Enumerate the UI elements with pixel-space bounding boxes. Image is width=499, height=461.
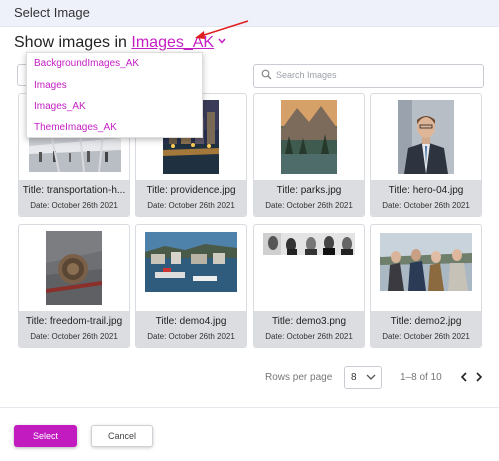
- image-card[interactable]: Title: demo2.jpg Date: October 26th 2021: [370, 224, 482, 348]
- image-title: Title: providence.jpg: [146, 185, 236, 196]
- image-title: Title: hero-04.jpg: [388, 185, 464, 196]
- menu-item-backgroundimages-ak[interactable]: BackgroundImages_AK: [34, 58, 139, 69]
- annotation-arrow-icon: [195, 20, 249, 39]
- rows-per-page-label: Rows per page: [265, 372, 333, 383]
- image-thumbnail: [281, 100, 337, 174]
- image-date: Date: October 26th 2021: [147, 201, 235, 210]
- image-caption: Title: demo3.png Date: October 26th 2021: [254, 311, 364, 347]
- image-caption: Title: transportation-h... Date: October…: [19, 180, 129, 216]
- search-input[interactable]: Search Images: [253, 64, 484, 88]
- search-placeholder: Search Images: [276, 70, 337, 80]
- image-caption: Title: providence.jpg Date: October 26th…: [136, 180, 246, 216]
- image-caption: Title: parks.jpg Date: October 26th 2021: [254, 180, 364, 216]
- library-selector-prefix: Show images in: [14, 34, 132, 51]
- page-range: 1–8 of 10: [400, 372, 442, 383]
- image-date: Date: October 26th 2021: [30, 332, 118, 341]
- next-page-icon[interactable]: [475, 372, 483, 382]
- chevron-down-icon: [366, 374, 376, 380]
- image-title: Title: transportation-h...: [22, 185, 126, 196]
- select-button[interactable]: Select: [14, 425, 77, 447]
- image-caption: Title: demo4.jpg Date: October 26th 2021: [136, 311, 246, 347]
- image-caption: Title: hero-04.jpg Date: October 26th 20…: [371, 180, 481, 216]
- image-thumbnail: [380, 233, 472, 291]
- image-card[interactable]: Title: freedom-trail.jpg Date: October 2…: [18, 224, 130, 348]
- image-card[interactable]: Title: demo4.jpg Date: October 26th 2021: [135, 224, 247, 348]
- rows-per-page-value: 8: [351, 372, 357, 383]
- image-card[interactable]: Title: parks.jpg Date: October 26th 2021: [253, 93, 365, 217]
- previous-page-icon[interactable]: [460, 372, 468, 382]
- image-date: Date: October 26th 2021: [265, 332, 353, 341]
- image-date: Date: October 26th 2021: [30, 201, 118, 210]
- image-caption: Title: demo2.jpg Date: October 26th 2021: [371, 311, 481, 347]
- select-image-dialog: Select Image Show images in Images_AK Se…: [0, 0, 499, 461]
- image-date: Date: October 26th 2021: [265, 201, 353, 210]
- image-title: Title: demo3.png: [271, 316, 347, 327]
- image-date: Date: October 26th 2021: [147, 332, 235, 341]
- image-card[interactable]: Title: demo3.png Date: October 26th 2021: [253, 224, 365, 348]
- image-title: Title: parks.jpg: [276, 185, 342, 196]
- image-title: Title: demo2.jpg: [390, 316, 462, 327]
- menu-item-images-ak[interactable]: Images_AK: [34, 101, 86, 112]
- search-icon: [261, 69, 272, 80]
- image-thumbnail: [398, 100, 454, 174]
- dialog-title: Select Image: [14, 5, 90, 20]
- library-dropdown-menu: BackgroundImages_AK Images Images_AK The…: [26, 52, 203, 138]
- image-thumbnail: [145, 232, 237, 292]
- cancel-button[interactable]: Cancel: [91, 425, 153, 447]
- image-date: Date: October 26th 2021: [382, 201, 470, 210]
- image-caption: Title: freedom-trail.jpg Date: October 2…: [19, 311, 129, 347]
- image-thumbnail: [46, 231, 102, 305]
- image-thumbnail: [263, 233, 355, 255]
- image-title: Title: demo4.jpg: [155, 316, 227, 327]
- image-title: Title: freedom-trail.jpg: [25, 316, 123, 327]
- rows-per-page-select[interactable]: 8: [344, 366, 382, 389]
- menu-item-images[interactable]: Images: [34, 80, 67, 91]
- image-date: Date: October 26th 2021: [382, 332, 470, 341]
- menu-item-themeimages-ak[interactable]: ThemeImages_AK: [34, 122, 117, 133]
- image-card[interactable]: Title: hero-04.jpg Date: October 26th 20…: [370, 93, 482, 217]
